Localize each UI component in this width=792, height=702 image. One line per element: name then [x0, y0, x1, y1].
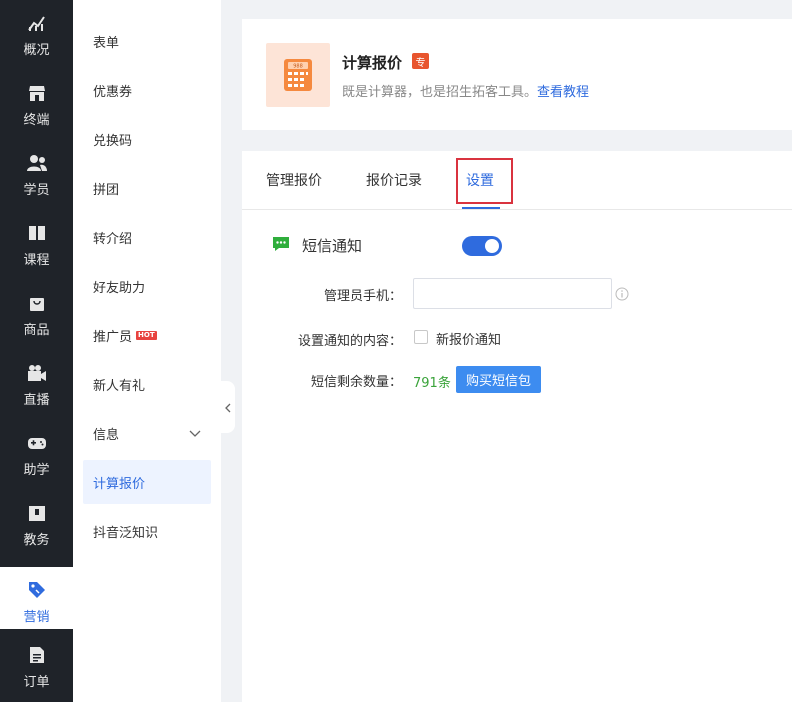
message-icon [272, 236, 290, 256]
sub-item-label: 好友助力 [93, 280, 146, 296]
new-quote-checkbox-label: 新报价通知 [436, 333, 502, 348]
sub-item-douyin-knowledge[interactable]: 抖音泛知识 [83, 509, 211, 553]
tutorial-link[interactable]: 查看教程 [537, 85, 589, 100]
sms-notification-toggle[interactable] [462, 236, 502, 256]
hot-badge: HOT [136, 330, 157, 340]
sub-item-info[interactable]: 信息 [83, 411, 211, 455]
sub-menu: 表单 优惠券 兑换码 拼团 转介绍 好友助力 推广员 HOT 新人有礼 信息 计… [73, 0, 221, 702]
settings-card: 管理报价 报价记录 设置 短信通知 管理员手机： 设置通知的内容： 新报价通知 … [242, 151, 792, 702]
sub-item-newcomer-gift[interactable]: 新人有礼 [83, 362, 211, 406]
sms-notification-header: 短信通知 [272, 235, 362, 256]
nav-item-live[interactable]: 直播 [0, 350, 73, 420]
nav-item-courses[interactable]: 课程 [0, 210, 73, 280]
nav-item-students[interactable]: 学员 [0, 140, 73, 210]
sub-item-label: 转介绍 [93, 231, 133, 247]
admin-phone-label: 管理员手机： [323, 289, 402, 304]
nav-label: 课程 [23, 253, 50, 268]
chevron-down-icon [189, 427, 201, 442]
sub-item-friend-boost[interactable]: 好友助力 [83, 264, 211, 308]
bag-icon [27, 293, 47, 313]
collapse-sidebar-button[interactable] [221, 381, 235, 433]
sub-item-label: 拼团 [93, 182, 120, 198]
tab-quote-records[interactable]: 报价记录 [366, 151, 422, 209]
sub-item-quote-calculator[interactable]: 计算报价 [83, 460, 211, 504]
chart-trend-icon [27, 13, 47, 33]
gamepad-icon [27, 433, 47, 453]
sms-remaining-label: 短信剩余数量： [310, 375, 402, 390]
main-nav: 概况 终端 学员 课程 商品 直播 助学 教务 营销 订单 [0, 0, 73, 702]
nav-item-academic[interactable]: 教务 [0, 490, 73, 560]
sub-item-label: 抖音泛知识 [93, 525, 159, 541]
calendar-icon [27, 503, 47, 523]
nav-label: 学员 [23, 183, 50, 198]
nav-label: 终端 [23, 113, 50, 128]
sub-item-referral[interactable]: 转介绍 [83, 215, 211, 259]
nav-item-orders[interactable]: 订单 [0, 632, 73, 702]
sub-item-label: 信息 [93, 427, 120, 443]
calculator-display-text: 988 [293, 64, 303, 70]
nav-label: 商品 [23, 323, 50, 338]
sub-item-redeem-code[interactable]: 兑换码 [83, 117, 211, 161]
pro-badge: 专 [412, 53, 429, 69]
tool-title: 计算报价 [342, 54, 403, 72]
sub-item-label: 新人有礼 [93, 378, 146, 394]
info-icon[interactable] [615, 286, 629, 305]
admin-phone-input[interactable] [413, 278, 612, 309]
tab-bar: 管理报价 报价记录 设置 [242, 151, 792, 210]
nav-label: 助学 [23, 463, 50, 478]
toggle-knob [485, 239, 499, 253]
nav-item-marketing[interactable]: 营销 [0, 567, 73, 629]
sub-item-label: 表单 [93, 35, 120, 51]
sms-notification-title: 短信通知 [302, 237, 363, 255]
buy-sms-package-button[interactable]: 购买短信包 [456, 366, 541, 393]
sub-item-label: 计算报价 [93, 476, 146, 492]
tool-description: 既是计算器，也是招生拓客工具。查看教程 [342, 81, 589, 100]
book-icon [27, 223, 47, 243]
sub-item-form[interactable]: 表单 [83, 19, 211, 63]
sub-item-label: 推广员 [93, 329, 133, 345]
users-icon [26, 153, 47, 173]
tab-manage-quotes[interactable]: 管理报价 [266, 151, 322, 209]
tool-description-text: 既是计算器，也是招生拓客工具。 [342, 85, 538, 100]
sub-item-label: 优惠券 [93, 84, 133, 100]
active-tab-indicator [462, 207, 500, 209]
sub-item-group-buy[interactable]: 拼团 [83, 166, 211, 210]
new-quote-checkbox[interactable] [414, 330, 428, 344]
nav-item-products[interactable]: 商品 [0, 280, 73, 350]
chevron-left-icon [225, 398, 231, 417]
nav-label: 概况 [23, 43, 50, 58]
calculator-icon: 988 [266, 43, 330, 107]
sub-item-promoter[interactable]: 推广员 HOT [83, 313, 211, 357]
nav-label: 直播 [23, 393, 50, 408]
notification-content-label: 设置通知的内容： [297, 334, 402, 349]
nav-item-overview[interactable]: 概况 [0, 0, 73, 70]
tool-header-card: 988 计算报价 专 既是计算器，也是招生拓客工具。查看教程 [242, 19, 792, 130]
nav-item-study-aid[interactable]: 助学 [0, 420, 73, 490]
sms-remaining-count: 791条 [413, 376, 451, 391]
nav-label: 营销 [23, 610, 50, 625]
video-camera-icon [27, 363, 47, 383]
document-icon [27, 645, 47, 665]
store-icon [27, 83, 47, 103]
tag-icon [27, 580, 47, 600]
nav-label: 教务 [23, 533, 50, 548]
nav-item-terminal[interactable]: 终端 [0, 70, 73, 140]
sub-item-label: 兑换码 [93, 133, 133, 149]
sub-item-coupon[interactable]: 优惠券 [83, 68, 211, 112]
tab-highlight-box [456, 158, 513, 204]
nav-label: 订单 [23, 675, 50, 690]
